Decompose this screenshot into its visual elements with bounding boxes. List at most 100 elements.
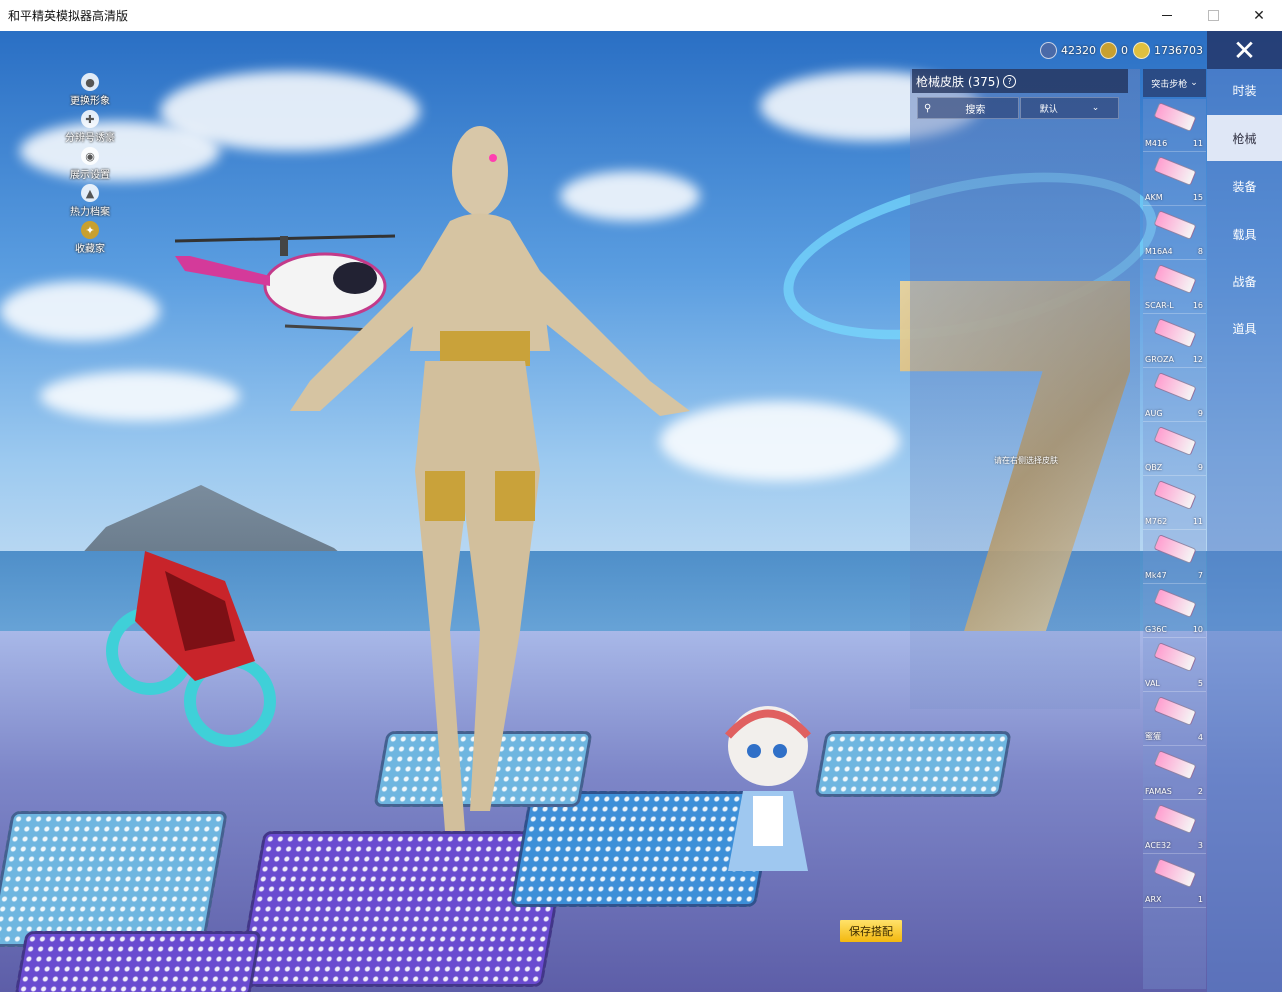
weapon-list-item[interactable]: M762 11 xyxy=(1143,477,1206,530)
weapon-icon xyxy=(1153,264,1197,294)
tab-items[interactable]: 道具 xyxy=(1207,305,1282,351)
weapon-list-item[interactable]: FAMAS 2 xyxy=(1143,747,1206,800)
weapon-name: VAL xyxy=(1145,679,1160,688)
weapon-list-item[interactable]: GROZA 12 xyxy=(1143,315,1206,368)
weapon-list-item[interactable]: AUG 9 xyxy=(1143,369,1206,422)
search-placeholder: 搜索 xyxy=(965,104,986,116)
sort-dropdown[interactable]: 默认 ⌄ xyxy=(1020,97,1119,119)
weapon-list-item[interactable]: Mk47 7 xyxy=(1143,531,1206,584)
tab-combat-gear[interactable]: 战备 xyxy=(1207,258,1282,304)
save-outfit-button[interactable]: 保存搭配 xyxy=(840,920,902,942)
weapon-list-item[interactable]: ARX 1 xyxy=(1143,855,1206,908)
weapon-name: 蜜獾 xyxy=(1145,732,1161,741)
skin-search-input[interactable]: ⚲ 搜索 xyxy=(917,97,1019,119)
chevron-down-icon: ⌄ xyxy=(1091,103,1100,113)
title-bar: 和平精英模拟器高清版 ✕ xyxy=(0,0,1282,32)
token-icon xyxy=(1100,41,1117,59)
weapon-icon xyxy=(1153,696,1197,726)
cloud xyxy=(0,281,160,341)
skin-panel xyxy=(910,69,1140,709)
weapon-list-item[interactable]: 蜜獾 4 xyxy=(1143,693,1206,746)
companion-pet xyxy=(725,706,811,871)
tab-label: 战备 xyxy=(1232,274,1257,289)
tab-equipment[interactable]: 装备 xyxy=(1207,163,1282,209)
app-window: 和平精英模拟器高清版 ✕ ● 更换形象 ✚ 分辨号诱豪 ◉ 展示设置 ▲ 热力档… xyxy=(0,0,1282,992)
weapon-icon xyxy=(1153,858,1197,888)
weapon-icon xyxy=(1153,534,1197,564)
tab-label: 载具 xyxy=(1232,227,1257,242)
weapon-icon xyxy=(1153,804,1197,834)
weapon-name: FAMAS xyxy=(1145,787,1172,796)
cloud xyxy=(40,371,240,421)
weapon-name: SCAR-L xyxy=(1145,301,1174,310)
weapon-skin-count: 15 xyxy=(1192,193,1203,202)
skin-panel-header: 枪械皮肤 (375) ? xyxy=(912,69,1128,93)
currency-value: 42320 xyxy=(1061,43,1096,57)
currency-value: 1736703 xyxy=(1154,43,1203,57)
weapon-icon xyxy=(1153,426,1197,456)
display-settings-button[interactable]: ◉ 展示设置 xyxy=(50,147,130,181)
left-menu-label: 分辨号诱豪 xyxy=(65,133,115,144)
weapon-name: ACE32 xyxy=(1145,841,1172,850)
weapon-icon xyxy=(1153,588,1197,618)
weapon-name: GROZA xyxy=(1145,355,1175,364)
tab-fashion[interactable]: 时装 xyxy=(1207,67,1282,113)
tab-weapons[interactable]: 枪械 xyxy=(1207,115,1282,161)
window-close-button[interactable]: ✕ xyxy=(1236,0,1282,31)
weapon-list-item[interactable]: VAL 5 xyxy=(1143,639,1206,692)
weapon-list-item[interactable]: AKM 15 xyxy=(1143,153,1206,206)
weapon-skin-count: 5 xyxy=(1197,679,1203,688)
game-viewport[interactable]: ● 更换形象 ✚ 分辨号诱豪 ◉ 展示设置 ▲ 热力档案 ✦ 收藏家 42320… xyxy=(0,31,1282,992)
gamepad-icon: ✚ xyxy=(81,110,99,128)
floor-tile xyxy=(814,731,1012,797)
scene-hint-text: 请在右侧选择皮肤 xyxy=(994,456,1058,465)
floor-tile xyxy=(0,811,228,947)
weapon-skin-count: 11 xyxy=(1192,517,1203,526)
weapon-list-item[interactable]: M416 11 xyxy=(1143,99,1206,152)
maximize-button[interactable] xyxy=(1190,0,1236,31)
weapon-list-item[interactable]: QBZ 9 xyxy=(1143,423,1206,476)
left-menu-label: 更换形象 xyxy=(70,96,110,107)
left-menu-label: 展示设置 xyxy=(70,170,110,181)
currency-diamonds: 42320 xyxy=(1040,41,1096,59)
window-title: 和平精英模拟器高清版 xyxy=(8,9,129,23)
chevron-down-icon: ⌄ xyxy=(1190,78,1198,88)
weapon-skin-count: 9 xyxy=(1197,463,1203,472)
weapon-skin-count: 7 xyxy=(1197,571,1203,580)
weapon-skin-count: 11 xyxy=(1192,139,1203,148)
tab-label: 装备 xyxy=(1232,179,1257,194)
skin-panel-title: 枪械皮肤 (375) xyxy=(916,74,1001,89)
heat-profile-button[interactable]: ▲ 热力档案 xyxy=(50,184,130,218)
tab-label: 枪械 xyxy=(1232,131,1257,146)
currency-tokens: 0 xyxy=(1100,41,1128,59)
tab-label: 时装 xyxy=(1232,83,1257,98)
weapon-icon xyxy=(1153,156,1197,186)
weapon-skin-count: 16 xyxy=(1192,301,1203,310)
weapon-list-item[interactable]: SCAR-L 16 xyxy=(1143,261,1206,314)
weapon-icon xyxy=(1153,372,1197,402)
change-avatar-button[interactable]: ● 更换形象 xyxy=(50,73,130,107)
minimize-button[interactable] xyxy=(1144,0,1190,31)
weapon-icon xyxy=(1153,318,1197,348)
weapon-name: AKM xyxy=(1145,193,1163,202)
weapon-type-label: 突击步枪 xyxy=(1151,79,1188,90)
help-icon[interactable]: ? xyxy=(1003,74,1017,88)
weapon-type-dropdown[interactable]: 突击步枪 ⌄ xyxy=(1143,69,1206,97)
weapon-list-item[interactable]: ACE32 3 xyxy=(1143,801,1206,854)
weapon-icon xyxy=(1153,642,1197,672)
weapon-skin-count: 10 xyxy=(1192,625,1203,634)
controls-button[interactable]: ✚ 分辨号诱豪 xyxy=(50,110,130,144)
weapon-list-item[interactable]: M16A4 8 xyxy=(1143,207,1206,260)
collector-button[interactable]: ✦ 收藏家 xyxy=(50,221,130,255)
close-icon: ✕ xyxy=(1253,7,1265,24)
eye-icon: ◉ xyxy=(81,147,99,165)
maximize-icon xyxy=(1207,10,1219,21)
tab-vehicles[interactable]: 载具 xyxy=(1207,211,1282,257)
floor-tile xyxy=(14,931,262,992)
weapon-list-item[interactable]: G36C 10 xyxy=(1143,585,1206,638)
close-wardrobe-button[interactable]: ✕ xyxy=(1207,31,1282,69)
weapon-skin-count: 1 xyxy=(1197,895,1203,904)
minimize-icon xyxy=(1162,15,1172,16)
left-menu-label: 收藏家 xyxy=(75,244,105,255)
weapon-name: AUG xyxy=(1145,409,1163,418)
